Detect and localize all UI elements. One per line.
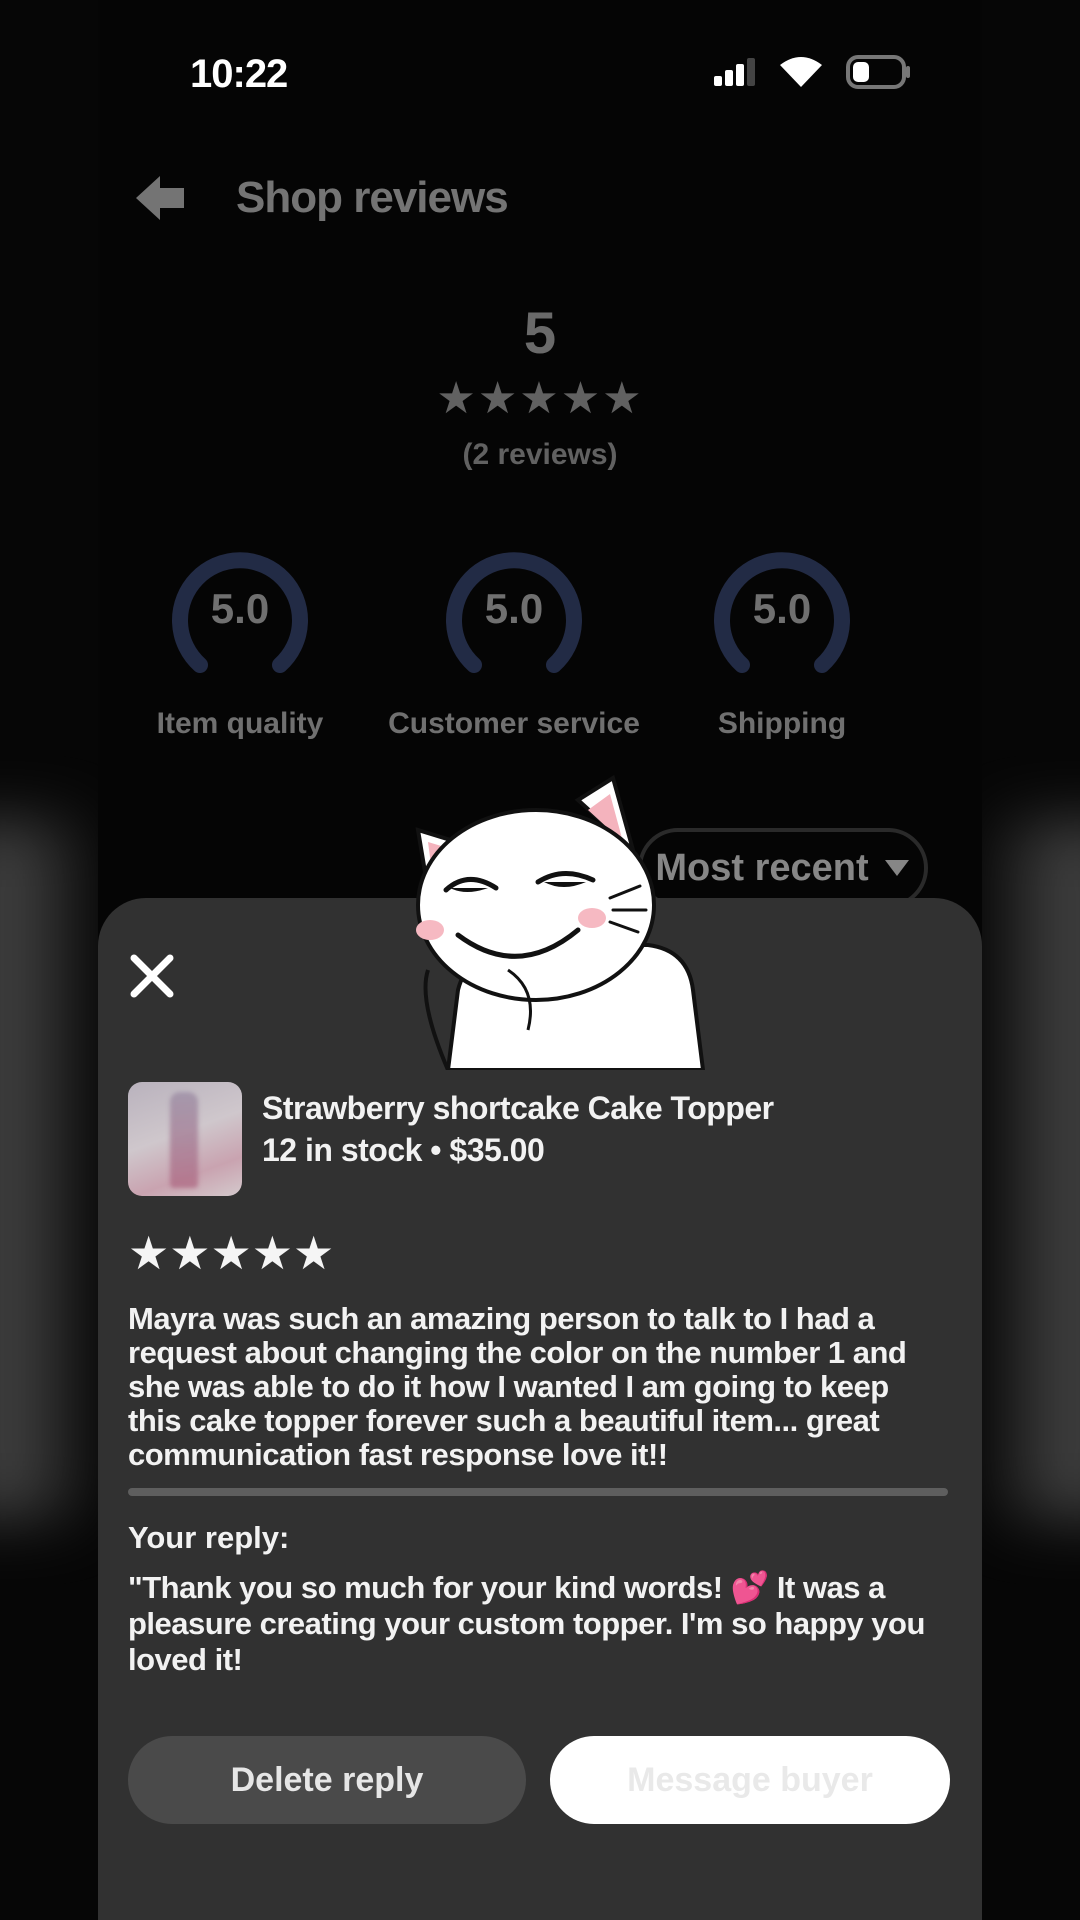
caret-down-icon: [884, 860, 909, 876]
product-stock-price: 12 in stock • $35.00: [262, 1132, 545, 1168]
arrow-left-icon[interactable]: [130, 168, 190, 228]
gauge-customer-service: 5.0 Customer service: [384, 535, 644, 741]
reply-label: Your reply:: [128, 1520, 290, 1555]
cat-sticker: [415, 774, 706, 1070]
product-thumbnail: [128, 1082, 242, 1196]
reply-text: "Thank you so much for your kind words! …: [128, 1570, 925, 1677]
gauge-label: Shipping: [717, 707, 847, 740]
backdrop-glow-left: [0, 820, 80, 1520]
gauge-item-quality: 5.0 Item quality: [110, 535, 370, 741]
message-buyer-button[interactable]: Message buyer: [550, 1736, 950, 1824]
page-header: Shop reviews: [130, 168, 950, 228]
signal-icon: [714, 58, 755, 86]
review-count: (2 reviews): [462, 438, 618, 471]
status-time: 10:22: [190, 52, 288, 96]
battery-icon: [846, 55, 910, 89]
gauge-label: Customer service: [388, 707, 640, 740]
delete-reply-button[interactable]: Delete reply: [128, 1736, 526, 1824]
wifi-icon: [780, 57, 822, 87]
overall-rating: 5: [523, 301, 557, 366]
phone-screen: 10:22 Shop reviews 5 ★★★★★ (2 reviews) 5…: [98, 0, 982, 1920]
review-text: Mayra was such an amazing person to talk…: [128, 1301, 907, 1472]
rating-summary: 5 ★★★★★ (2 reviews): [98, 300, 982, 472]
gauge-label: Item quality: [156, 707, 324, 740]
review-stars: ★★★★★: [128, 1227, 335, 1279]
page-title: Shop reviews: [236, 173, 509, 222]
gauge-value: 5.0: [484, 585, 544, 632]
divider: [128, 1488, 948, 1496]
overall-stars: ★★★★★: [436, 374, 644, 423]
rating-gauges: 5.0 Item quality 5.0 Customer service 5.…: [98, 535, 982, 755]
close-icon[interactable]: [126, 950, 178, 1002]
product-title: Strawberry shortcake Cake Topper: [262, 1090, 774, 1126]
gauge-value: 5.0: [210, 585, 270, 632]
gauge-shipping: 5.0 Shipping: [652, 535, 912, 741]
status-bar: 10:22: [98, 48, 982, 100]
backdrop-glow-right: [1000, 820, 1080, 1520]
product-summary[interactable]: Strawberry shortcake Cake Topper 12 in s…: [128, 1082, 952, 1196]
status-icons: [712, 54, 912, 90]
gauge-value: 5.0: [752, 585, 812, 632]
